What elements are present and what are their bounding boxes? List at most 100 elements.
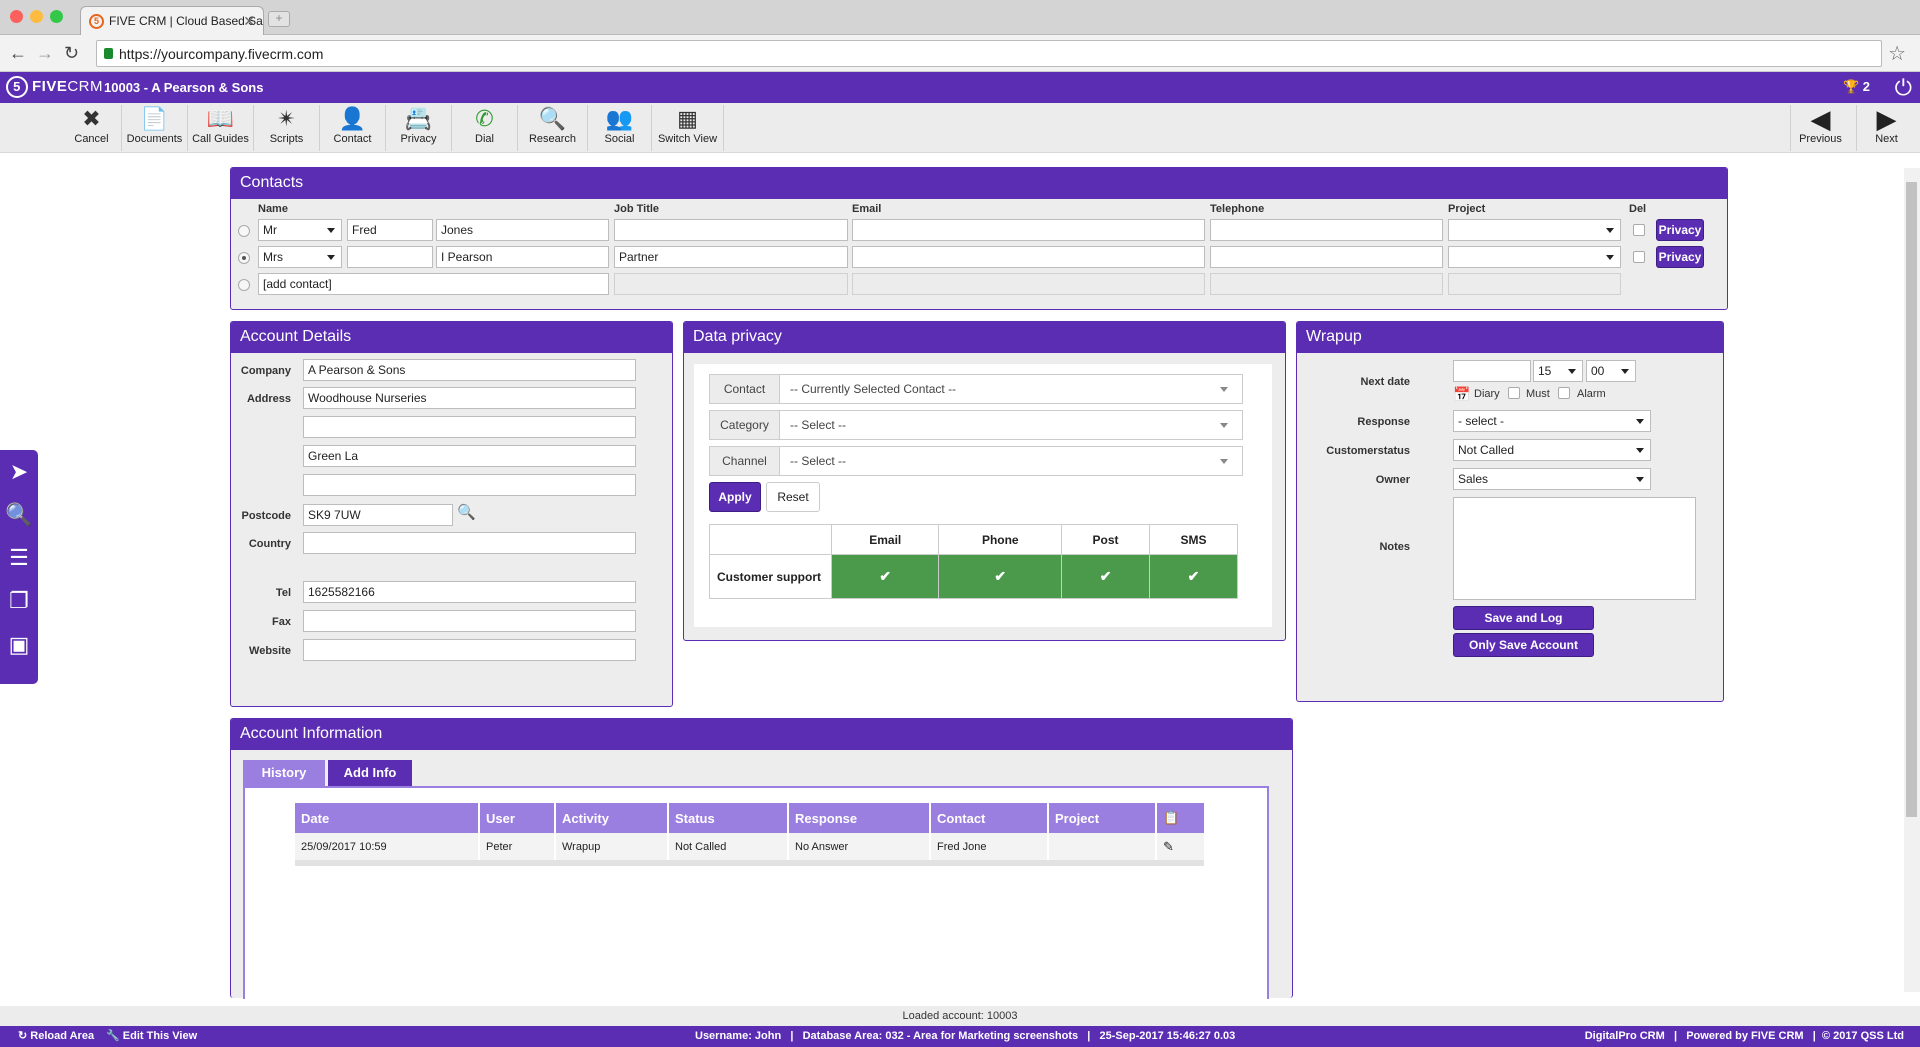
status-column-header[interactable]: Status	[668, 803, 789, 833]
cancel-button[interactable]: ✖ Cancel	[62, 105, 122, 151]
telephone-input[interactable]	[1210, 219, 1443, 241]
table-row[interactable]: 25/09/2017 10:59 Peter Wrapup Not Called…	[295, 833, 1204, 866]
browser-tab[interactable]: 5 FIVE CRM | Cloud Based Sa ✕	[80, 6, 264, 35]
response-column-header[interactable]: Response	[788, 803, 931, 833]
close-window-button[interactable]	[10, 10, 23, 23]
privacy-contact-select[interactable]: Contact -- Currently Selected Contact --	[709, 374, 1243, 404]
go-arrow-icon[interactable]: ➤	[4, 457, 34, 487]
website-input[interactable]	[303, 639, 636, 661]
power-icon[interactable]: ⏻	[1895, 75, 1912, 101]
copy-pages-icon[interactable]: ❐	[4, 586, 34, 616]
project-column-header[interactable]: Project	[1048, 803, 1157, 833]
address-line4-input[interactable]	[303, 474, 636, 496]
postcode-search-icon[interactable]: 🔍	[457, 503, 476, 521]
edit-history-icon[interactable]: ✎	[1156, 833, 1204, 866]
project-select[interactable]	[1448, 219, 1621, 241]
forward-arrow-icon[interactable]: →	[36, 43, 54, 64]
trophy-badge[interactable]: 🏆 2	[1843, 79, 1870, 95]
first-name-input[interactable]	[347, 246, 433, 268]
dial-button[interactable]: ✆ Dial	[452, 105, 518, 151]
documents-button[interactable]: 📄 Documents	[122, 105, 188, 151]
edit-view-link[interactable]: 🔧 Edit This View	[106, 1026, 197, 1047]
url-field[interactable]: https://yourcompany.fivecrm.com	[96, 40, 1882, 67]
hour-select[interactable]: 15	[1533, 360, 1583, 382]
add-history-icon[interactable]: 📋	[1156, 803, 1204, 833]
address-line1-input[interactable]: Woodhouse Nurseries	[303, 387, 636, 409]
fax-input[interactable]	[303, 610, 636, 632]
new-tab-button[interactable]: +	[268, 11, 290, 27]
customerstatus-select[interactable]: Not Called	[1453, 439, 1651, 461]
research-button[interactable]: 🔍 Research	[518, 105, 588, 151]
title-select[interactable]: Mrs	[258, 246, 342, 268]
next-button[interactable]: ▶ Next	[1856, 105, 1916, 151]
reload-icon[interactable]: ↻	[64, 43, 79, 64]
contact-privacy-button[interactable]: Privacy	[1656, 246, 1704, 268]
privacy-channel-select[interactable]: Channel -- Select --	[709, 446, 1243, 476]
activity-column-header[interactable]: Activity	[555, 803, 669, 833]
reload-area-link[interactable]: ↻ Reload Area	[18, 1026, 94, 1047]
response-select[interactable]: - select -	[1453, 410, 1651, 432]
tab-close-icon[interactable]: ✕	[243, 13, 255, 30]
owner-select[interactable]: Sales	[1453, 468, 1651, 490]
must-checkbox[interactable]	[1508, 387, 1520, 399]
back-arrow-icon[interactable]: ←	[9, 43, 27, 64]
email-consent-cell[interactable]: ✔	[830, 554, 940, 599]
job-title-input[interactable]: Partner	[614, 246, 848, 268]
minimize-window-button[interactable]	[30, 10, 43, 23]
phone-consent-cell[interactable]: ✔	[938, 554, 1063, 599]
email-input[interactable]	[852, 246, 1205, 268]
zoom-window-button[interactable]	[50, 10, 63, 23]
tel-input[interactable]: 1625582166	[303, 581, 636, 603]
last-name-input[interactable]: I Pearson	[436, 246, 609, 268]
social-button[interactable]: 👥 Social	[588, 105, 652, 151]
previous-button[interactable]: ◀ Previous	[1790, 105, 1850, 151]
postcode-input[interactable]: SK9 7UW	[303, 504, 453, 526]
address-line3-input[interactable]: Green La	[303, 445, 636, 467]
scrollbar-thumb[interactable]	[1906, 182, 1917, 817]
privacy-category-select[interactable]: Category -- Select --	[709, 410, 1243, 440]
apply-button[interactable]: Apply	[709, 482, 761, 512]
user-column-header[interactable]: User	[479, 803, 556, 833]
notes-textarea[interactable]	[1453, 497, 1696, 600]
add-contact-input[interactable]: [add contact]	[258, 273, 609, 295]
company-input[interactable]: A Pearson & Sons	[303, 359, 636, 381]
only-save-account-button[interactable]: Only Save Account	[1453, 633, 1594, 657]
contact-card-icon[interactable]: ▣	[4, 630, 34, 660]
switch-view-button[interactable]: ▦ Switch View	[652, 105, 724, 151]
minute-select[interactable]: 00	[1586, 360, 1636, 382]
country-label: Country	[248, 538, 291, 550]
sms-consent-cell[interactable]: ✔	[1149, 554, 1238, 599]
contact-column-header[interactable]: Contact	[930, 803, 1049, 833]
bookmark-star-icon[interactable]: ☆	[1888, 41, 1906, 66]
email-input[interactable]	[852, 219, 1205, 241]
post-consent-cell[interactable]: ✔	[1061, 554, 1151, 599]
project-select[interactable]	[1448, 246, 1621, 268]
delete-checkbox[interactable]	[1633, 224, 1645, 236]
date-column-header[interactable]: Date	[295, 803, 480, 833]
save-and-log-button[interactable]: Save and Log	[1453, 606, 1594, 630]
notes-list-icon[interactable]: ☰	[4, 543, 34, 573]
address-line2-input[interactable]	[303, 416, 636, 438]
tab-add-info[interactable]: Add Info	[328, 760, 412, 786]
scripts-button[interactable]: ✴ Scripts	[254, 105, 320, 151]
tab-history[interactable]: History	[243, 760, 325, 786]
quick-find-icon[interactable]: 🔍	[4, 500, 34, 530]
next-date-input[interactable]	[1453, 360, 1531, 382]
title-select[interactable]: Mr	[258, 219, 342, 241]
first-name-input[interactable]: Fred	[347, 219, 433, 241]
country-input[interactable]	[303, 532, 636, 554]
call-guides-button[interactable]: 📖 Call Guides	[188, 105, 254, 151]
contact-radio[interactable]	[238, 252, 250, 264]
job-title-input[interactable]	[614, 219, 848, 241]
privacy-toolbar-button[interactable]: 📇 Privacy	[386, 105, 452, 151]
calendar-icon[interactable]: 📅	[1453, 386, 1470, 403]
add-contact-radio[interactable]	[238, 279, 250, 291]
contact-radio[interactable]	[238, 225, 250, 237]
telephone-input[interactable]	[1210, 246, 1443, 268]
delete-checkbox[interactable]	[1633, 251, 1645, 263]
alarm-checkbox[interactable]	[1558, 387, 1570, 399]
reset-button[interactable]: Reset	[766, 482, 820, 512]
last-name-input[interactable]: Jones	[436, 219, 609, 241]
contact-privacy-button[interactable]: Privacy	[1656, 219, 1704, 241]
contact-button[interactable]: 👤 Contact	[320, 105, 386, 151]
